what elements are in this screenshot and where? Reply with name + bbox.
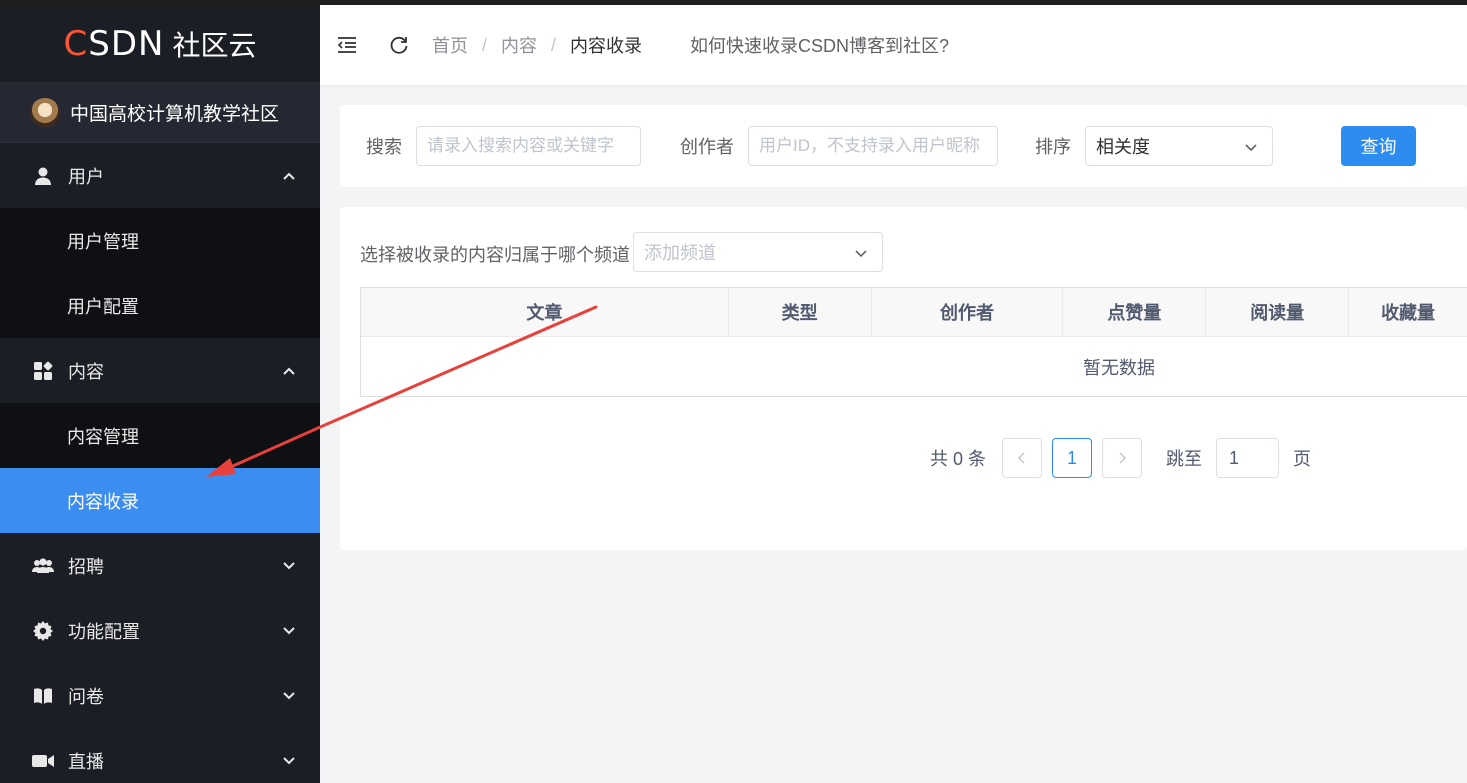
logo-c-letter: C xyxy=(63,23,89,64)
query-button[interactable]: 查询 xyxy=(1341,126,1416,166)
sidebar-group-feature-config[interactable]: 功能配置 xyxy=(0,598,320,663)
chevron-down-icon xyxy=(1245,144,1257,152)
sort-select[interactable]: 相关度 xyxy=(1085,126,1273,166)
content-panel: 选择被收录的内容归属于哪个频道 添加频道 文章 类型 创作者 点赞量 阅读量 收… xyxy=(340,207,1467,550)
breadcrumb-separator: / xyxy=(482,34,488,55)
sort-label: 排序 xyxy=(1035,137,1071,157)
column-header-likes[interactable]: 点赞量 xyxy=(1063,288,1207,336)
book-icon xyxy=(32,685,54,707)
prev-page-button[interactable] xyxy=(1002,438,1043,478)
sidebar-group-user[interactable]: 用户 xyxy=(0,143,320,208)
sidebar: CSDN 社区云 中国高校计算机教学社区 用户 用户管理 用户配置 内容 内容管… xyxy=(0,5,320,783)
user-icon xyxy=(32,165,54,187)
pagination: 共 0 条 1 跳至 页 xyxy=(930,438,1311,478)
sidebar-group-label: 问卷 xyxy=(68,686,104,707)
sidebar-item-content-manage[interactable]: 内容管理 xyxy=(0,403,320,468)
menu-collapse-icon[interactable] xyxy=(336,34,358,56)
table-empty-row: 暂无数据 xyxy=(361,337,1467,396)
sidebar-item-user-config[interactable]: 用户配置 xyxy=(0,273,320,338)
page-number-current[interactable]: 1 xyxy=(1052,438,1093,478)
content-table: 文章 类型 创作者 点赞量 阅读量 收藏量 暂无数据 xyxy=(360,287,1467,397)
video-icon xyxy=(32,750,54,772)
sidebar-group-label: 直播 xyxy=(68,751,104,772)
keyword-input[interactable] xyxy=(416,126,641,166)
chevron-up-icon xyxy=(283,172,295,180)
column-header-type[interactable]: 类型 xyxy=(729,288,872,336)
sidebar-group-survey[interactable]: 问卷 xyxy=(0,663,320,728)
channel-select[interactable]: 添加频道 xyxy=(633,232,883,272)
community-name: 中国高校计算机教学社区 xyxy=(70,104,280,125)
community-avatar xyxy=(30,97,60,128)
author-label: 创作者 xyxy=(680,137,734,157)
channel-select-placeholder: 添加频道 xyxy=(644,243,716,263)
sort-select-value: 相关度 xyxy=(1096,137,1150,157)
sidebar-submenu-content: 内容管理 内容收录 xyxy=(0,403,320,533)
chevron-down-icon xyxy=(283,756,295,764)
gear-icon xyxy=(32,620,54,642)
sidebar-group-label: 功能配置 xyxy=(68,621,140,642)
sidebar-group-recruit[interactable]: 招聘 xyxy=(0,533,320,598)
help-link[interactable]: 如何快速收录CSDN博客到社区? xyxy=(690,32,949,58)
author-input[interactable] xyxy=(748,126,998,166)
breadcrumb-content[interactable]: 内容 xyxy=(501,32,537,58)
chevron-down-icon xyxy=(855,250,867,258)
jump-page-input[interactable] xyxy=(1216,438,1280,478)
sidebar-group-live[interactable]: 直播 xyxy=(0,728,320,783)
breadcrumb-home[interactable]: 首页 xyxy=(432,32,468,58)
sidebar-group-label: 用户 xyxy=(68,166,104,187)
table-header: 文章 类型 创作者 点赞量 阅读量 收藏量 xyxy=(361,288,1467,337)
page-suffix: 页 xyxy=(1293,449,1312,469)
chevron-up-icon xyxy=(283,367,295,375)
chevron-down-icon xyxy=(283,691,295,699)
community-switcher[interactable]: 中国高校计算机教学社区 xyxy=(0,83,320,143)
sidebar-group-label: 招聘 xyxy=(68,556,104,577)
content-icon xyxy=(32,360,54,382)
breadcrumb: 首页 / 内容 / 内容收录 xyxy=(432,32,642,58)
sidebar-item-content-collect[interactable]: 内容收录 xyxy=(0,468,320,533)
chevron-down-icon xyxy=(283,626,295,634)
jump-label: 跳至 xyxy=(1166,449,1203,469)
logo-rest: SDN xyxy=(88,23,165,64)
column-header-favorites[interactable]: 收藏量 xyxy=(1349,288,1467,336)
sidebar-group-content[interactable]: 内容 xyxy=(0,338,320,403)
sidebar-item-user-manage[interactable]: 用户管理 xyxy=(0,208,320,273)
breadcrumb-current: 内容收录 xyxy=(570,36,643,56)
logo-sub: 社区云 xyxy=(172,29,257,61)
keyword-label: 搜索 xyxy=(366,137,402,157)
empty-text: 暂无数据 xyxy=(1083,357,1155,378)
column-header-author[interactable]: 创作者 xyxy=(872,288,1064,336)
sidebar-group-label: 内容 xyxy=(68,361,104,382)
brand-logo[interactable]: CSDN 社区云 xyxy=(0,5,320,83)
channel-label: 选择被收录的内容归属于哪个频道 xyxy=(360,245,630,265)
column-header-article[interactable]: 文章 xyxy=(361,288,729,336)
search-panel: 搜索 创作者 排序 相关度 查询 xyxy=(340,105,1467,187)
sidebar-submenu-user: 用户管理 用户配置 xyxy=(0,208,320,338)
chevron-right-icon xyxy=(1119,452,1127,464)
chevron-down-icon xyxy=(283,561,295,569)
breadcrumb-separator: / xyxy=(551,34,557,55)
top-header: 首页 / 内容 / 内容收录 如何快速收录CSDN博客到社区? xyxy=(320,5,1467,85)
pagination-total: 共 0 条 xyxy=(930,449,987,469)
refresh-icon[interactable] xyxy=(388,34,410,56)
next-page-button[interactable] xyxy=(1102,438,1143,478)
chevron-left-icon xyxy=(1017,452,1025,464)
column-header-reads[interactable]: 阅读量 xyxy=(1206,288,1350,336)
team-icon xyxy=(32,555,54,577)
